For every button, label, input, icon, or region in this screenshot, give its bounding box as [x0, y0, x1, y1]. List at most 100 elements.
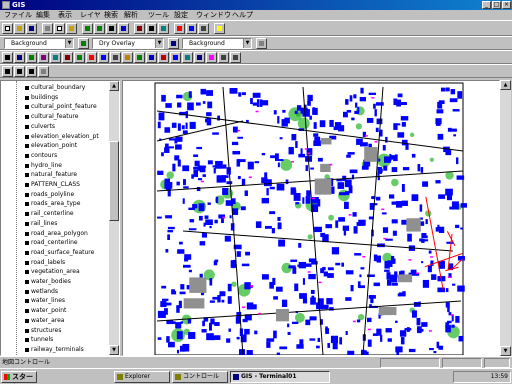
layer-item[interactable]: cultural_point_feature [31, 102, 97, 111]
layer-item[interactable]: rail_lines [31, 219, 57, 228]
layer-item[interactable]: natural_feature [31, 170, 77, 179]
task-explorer[interactable]: Explorer [114, 371, 170, 383]
close-button[interactable]: × [502, 1, 511, 9]
layer-item[interactable]: road_area_polygon [31, 229, 88, 238]
rect-tool-button[interactable] [38, 52, 49, 63]
layer-item[interactable]: tunnels [31, 335, 53, 344]
layer-up-button[interactable] [78, 38, 89, 49]
attribute-tool-button[interactable] [194, 52, 205, 63]
symbol-tool-button[interactable] [74, 52, 85, 63]
layer-item[interactable]: cultural_feature [31, 112, 78, 121]
close-icon[interactable] [2, 66, 13, 77]
menu-help[interactable]: ヘルプ [232, 10, 253, 20]
text-tool-button[interactable] [62, 52, 73, 63]
layer-item[interactable]: water_bodies [31, 277, 71, 286]
menu-edit[interactable]: 編集 [36, 10, 50, 20]
layer-apply-button[interactable] [168, 38, 179, 49]
z-axis-button[interactable] [26, 66, 37, 77]
start-button[interactable]: スタート [1, 371, 37, 384]
rotate-tool-button[interactable] [122, 52, 133, 63]
layer-item[interactable]: water_lines [31, 296, 65, 305]
layer-list-scrollbar[interactable]: ▲ ▼ [109, 81, 119, 355]
label-tool-button[interactable] [206, 52, 217, 63]
menu-analysis[interactable]: 解析 [124, 10, 138, 20]
map-view[interactable] [122, 80, 500, 356]
help-button[interactable] [214, 23, 225, 34]
undo-tool-button[interactable] [218, 52, 229, 63]
layer-item[interactable]: culverts [31, 122, 55, 131]
background-combo[interactable]: Background ▼ [4, 38, 74, 49]
map-scrollbar[interactable]: ▲ ▼ [500, 80, 511, 356]
layer-item[interactable]: rail_centerline [31, 209, 74, 218]
line-tool-button[interactable] [14, 52, 25, 63]
snap-tool-button[interactable] [182, 52, 193, 63]
chevron-down-icon[interactable]: ▼ [155, 39, 163, 48]
open-button[interactable] [14, 23, 25, 34]
app-icon[interactable] [2, 1, 10, 9]
refresh-button[interactable] [186, 23, 197, 34]
layer-item[interactable]: roads_polyline [31, 190, 74, 199]
background-combo-2[interactable]: Background ▼ [182, 38, 252, 49]
layer-item[interactable]: wetlands [31, 287, 58, 296]
scroll-up-icon[interactable]: ▲ [500, 80, 511, 90]
layer-item[interactable]: structures [31, 326, 61, 335]
menu-window[interactable]: ウィンドウ [196, 10, 231, 20]
layer-item[interactable]: buildings [31, 93, 58, 102]
chevron-down-icon[interactable]: ▼ [243, 39, 251, 48]
layer-item[interactable]: cultural_boundary [31, 83, 85, 92]
layer-item[interactable]: elevation_elevation_pt [31, 132, 99, 141]
identify-button[interactable] [118, 23, 129, 34]
scroll-thumb[interactable] [109, 141, 119, 221]
layer-item[interactable]: road_surface_feature [31, 248, 94, 257]
copy-button[interactable] [54, 23, 65, 34]
overlay-combo[interactable]: Dry Overlay ▼ [92, 38, 164, 49]
cut-button[interactable] [42, 23, 53, 34]
pointer-tool-button[interactable] [2, 52, 13, 63]
pan-button[interactable] [106, 23, 117, 34]
layer-item[interactable]: water_point [31, 306, 66, 315]
menu-tools[interactable]: ツール [148, 10, 169, 20]
map-canvas[interactable] [123, 81, 500, 356]
buffer-tool-button[interactable] [146, 52, 157, 63]
zoom-out-button[interactable] [94, 23, 105, 34]
menu-view[interactable]: 表示 [58, 10, 72, 20]
save-button[interactable] [26, 23, 37, 34]
fill-tool-button[interactable] [86, 52, 97, 63]
layer-item[interactable]: railway_terminals [31, 345, 84, 354]
layer-item[interactable]: PATTERN_CLASS [31, 180, 80, 189]
merge-tool-button[interactable] [170, 52, 181, 63]
edit-vertex-button[interactable] [98, 52, 109, 63]
scroll-down-icon[interactable]: ▼ [109, 345, 119, 355]
stop-button[interactable] [174, 23, 185, 34]
task-control[interactable]: コントロール [172, 371, 228, 383]
query-button[interactable] [158, 23, 169, 34]
layer-settings-button[interactable] [256, 38, 267, 49]
layer-item[interactable]: vegetation_area [31, 267, 80, 276]
chevron-down-icon[interactable]: ▼ [65, 39, 73, 48]
layer-item[interactable]: road_centerline [31, 238, 78, 247]
menu-search[interactable]: 検索 [104, 10, 118, 20]
task-gis[interactable]: GIS - Terminal01 [230, 371, 330, 383]
scale-tool-button[interactable] [134, 52, 145, 63]
move-tool-button[interactable] [110, 52, 121, 63]
layer-item[interactable]: water_area [31, 316, 64, 325]
maximize-button[interactable]: □ [492, 1, 501, 9]
circle-tool-button[interactable] [50, 52, 61, 63]
polygon-tool-button[interactable] [26, 52, 37, 63]
layer-item[interactable]: hydro_line [31, 161, 62, 170]
paste-button[interactable] [66, 23, 77, 34]
grid-button[interactable] [38, 66, 49, 77]
menu-layer[interactable]: レイヤ [80, 10, 101, 20]
layer-item[interactable]: roads_area_type [31, 199, 80, 208]
split-tool-button[interactable] [158, 52, 169, 63]
layer-item[interactable]: contours [31, 151, 57, 160]
menu-file[interactable]: ファイル [4, 10, 32, 20]
redo-tool-button[interactable] [230, 52, 241, 63]
scroll-down-icon[interactable]: ▼ [500, 346, 511, 356]
layer-item[interactable]: road_labels [31, 258, 65, 267]
y-axis-button[interactable] [14, 66, 25, 77]
select-button[interactable] [146, 23, 157, 34]
new-button[interactable] [2, 23, 13, 34]
scroll-up-icon[interactable]: ▲ [109, 81, 119, 91]
minimize-button[interactable]: _ [482, 1, 491, 9]
